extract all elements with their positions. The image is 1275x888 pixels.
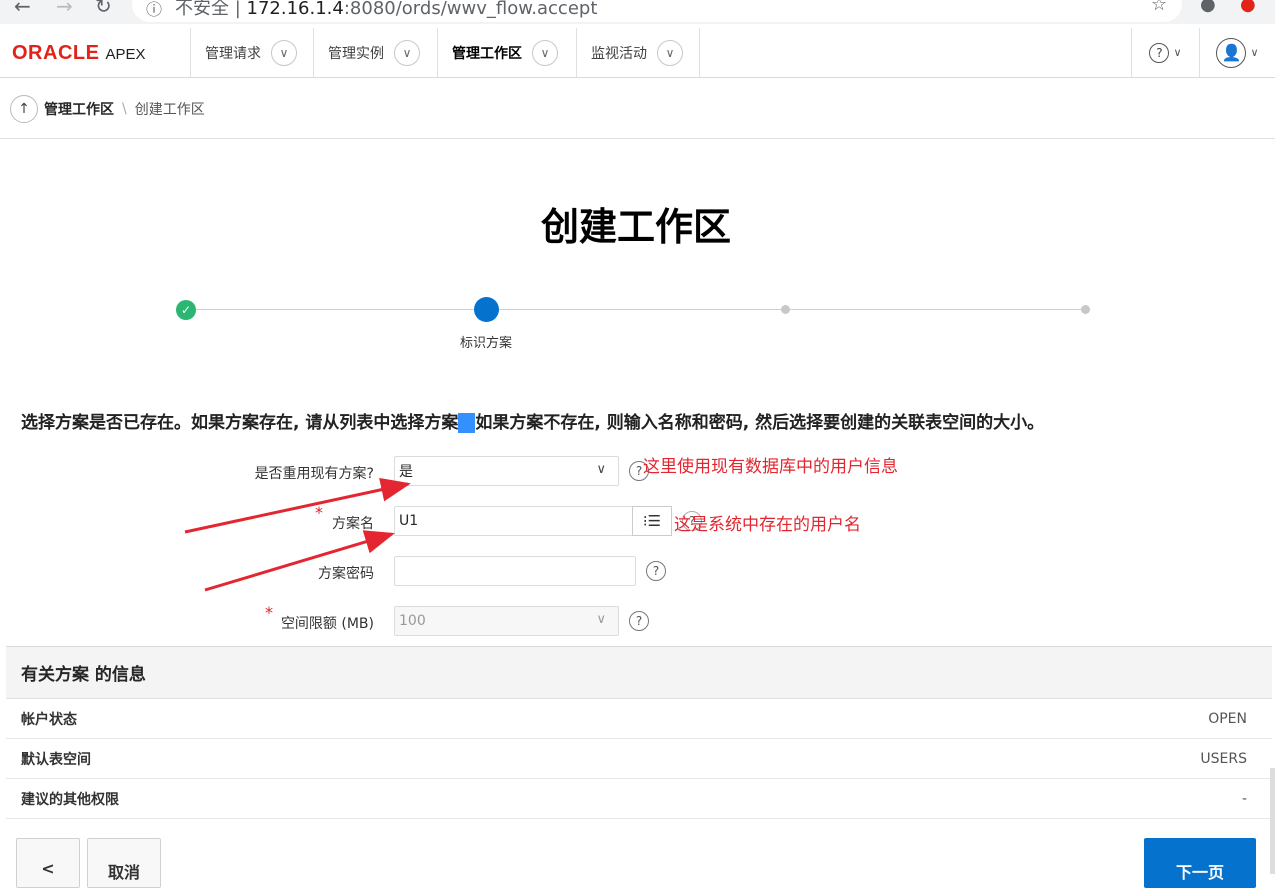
info-value: OPEN [1208,710,1247,727]
info-row: 建议的其他权限 - [6,779,1272,819]
next-button[interactable]: 下一页 [1144,838,1256,888]
region-title: 有关方案 的信息 [6,647,1272,699]
info-key: 默认表空间 [21,751,91,768]
back-button[interactable]: < [16,838,80,888]
next-button-label: 下一页 [1175,863,1224,882]
annotation-arrow [204,530,395,592]
info-value: - [1241,790,1247,807]
annotation-arrow [184,477,411,534]
info-row: 帐户状态 OPEN [6,699,1272,739]
info-row: 默认表空间 USERS [6,739,1272,779]
cancel-button-label: 取消 [107,863,140,882]
annotation-note: 这里使用现有数据库中的用户信息 [643,457,898,477]
annotation-note: 这是系统中存在的用户名 [674,515,861,535]
schema-info-region: 有关方案 的信息 帐户状态 OPEN 默认表空间 USERS 建议的其他权限 - [6,646,1272,820]
scrollbar[interactable] [1270,768,1275,874]
info-value: USERS [1200,750,1247,767]
info-key: 帐户状态 [21,711,77,728]
cancel-button[interactable]: 取消 [87,838,161,888]
back-button-label: < [41,859,55,878]
info-key: 建议的其他权限 [21,791,119,808]
